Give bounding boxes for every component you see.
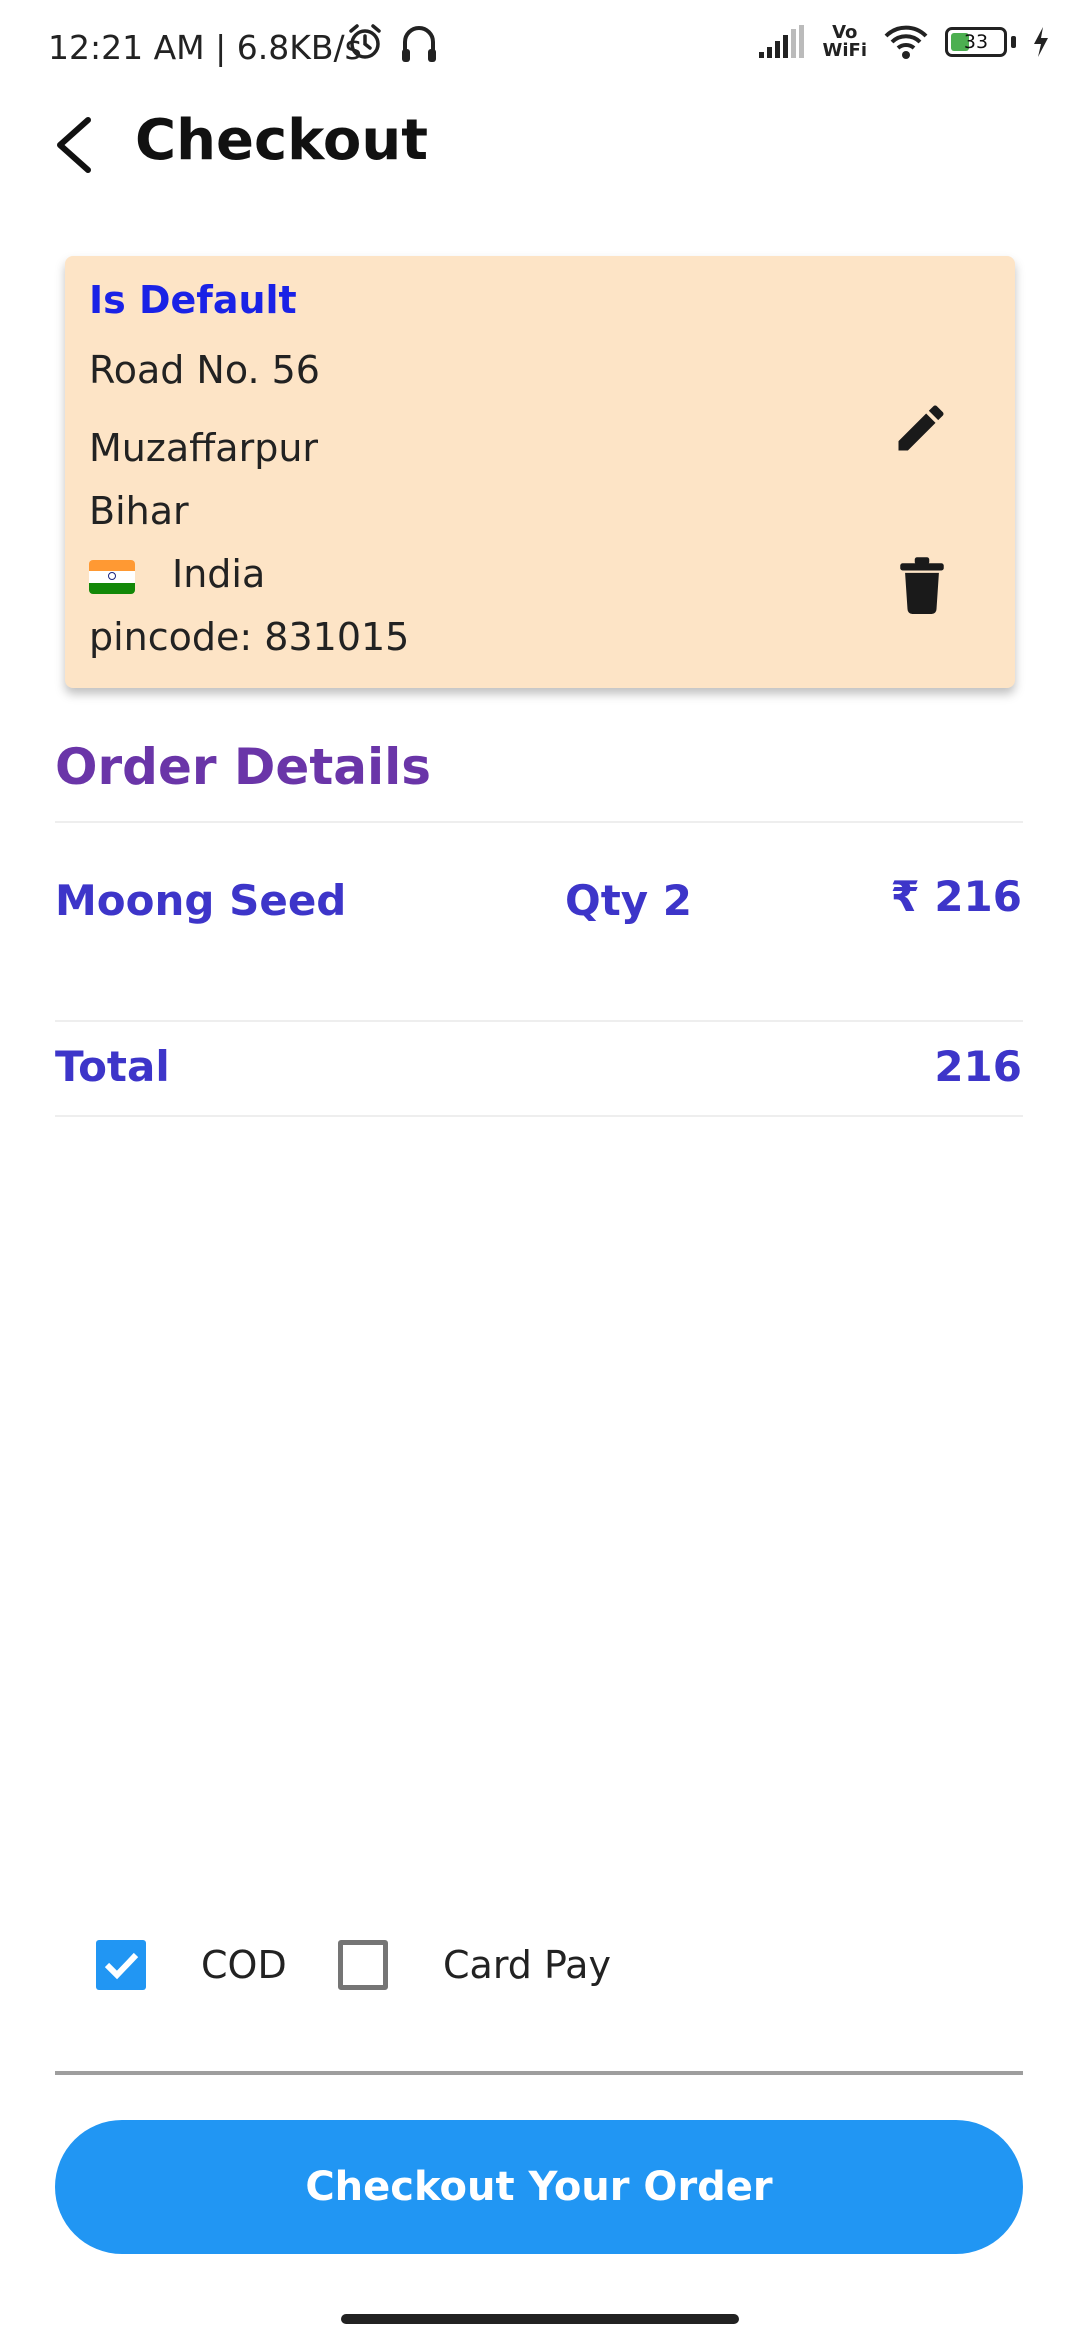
- vowifi-indicator: Vo WiFi: [823, 24, 868, 60]
- charging-icon: [1034, 27, 1048, 57]
- pencil-icon: [898, 405, 944, 451]
- app-bar: Checkout: [0, 100, 1080, 190]
- divider: [55, 1020, 1023, 1022]
- back-button[interactable]: [50, 114, 100, 176]
- battery-level: 33: [963, 31, 989, 53]
- india-flag-icon: [89, 560, 135, 594]
- back-arrow-icon: [57, 117, 91, 173]
- cod-label[interactable]: COD: [201, 1940, 287, 1990]
- divider: [55, 2071, 1023, 2075]
- home-indicator[interactable]: [341, 2314, 739, 2324]
- trash-icon: [900, 557, 944, 614]
- card-pay-checkbox[interactable]: [338, 1940, 388, 1990]
- headphones-icon: [402, 26, 436, 62]
- battery-tip: [1011, 36, 1016, 48]
- order-item-price: ₹ 216: [890, 872, 1022, 921]
- address-city: Muzaffarpur: [89, 426, 319, 470]
- edit-address-button[interactable]: [891, 398, 951, 458]
- status-right-icons: Vo WiFi 33: [757, 24, 1051, 60]
- divider: [55, 1115, 1023, 1117]
- order-item-qty: Qty 2: [565, 876, 693, 925]
- delete-address-button[interactable]: [897, 556, 947, 614]
- signal-icon: [758, 25, 804, 58]
- order-item-name: Moong Seed: [55, 876, 347, 925]
- order-total-label: Total: [55, 1042, 170, 1091]
- battery-icon: 33: [945, 27, 1007, 57]
- vowifi-bottom: WiFi: [822, 40, 868, 61]
- checkout-order-button[interactable]: Checkout Your Order: [55, 2120, 1023, 2254]
- status-time: 12:21 AM | 6.8KB/s: [48, 28, 362, 67]
- default-address-label: Is Default: [89, 278, 297, 322]
- order-total-value: 216: [934, 1042, 1022, 1091]
- card-pay-label[interactable]: Card Pay: [443, 1940, 611, 1990]
- address-country: India: [172, 552, 266, 596]
- address-state: Bihar: [89, 489, 189, 533]
- cod-checkbox[interactable]: [96, 1940, 146, 1990]
- checkmark-icon: [104, 1952, 139, 1980]
- address-card[interactable]: Is Default Road No. 56 Muzaffarpur Bihar…: [65, 256, 1015, 688]
- address-pincode: pincode: 831015: [89, 615, 410, 659]
- status-left-icons: [345, 22, 439, 64]
- address-line1: Road No. 56: [89, 348, 320, 392]
- page-title: Checkout: [135, 108, 428, 173]
- order-details-title: Order Details: [55, 738, 432, 796]
- payment-options: COD Card Pay: [96, 1940, 996, 2000]
- divider: [55, 821, 1023, 823]
- status-bar: 12:21 AM | 6.8KB/s Vo WiFi 33: [0, 0, 1080, 100]
- wifi-icon: [884, 25, 928, 59]
- alarm-icon: [349, 24, 381, 59]
